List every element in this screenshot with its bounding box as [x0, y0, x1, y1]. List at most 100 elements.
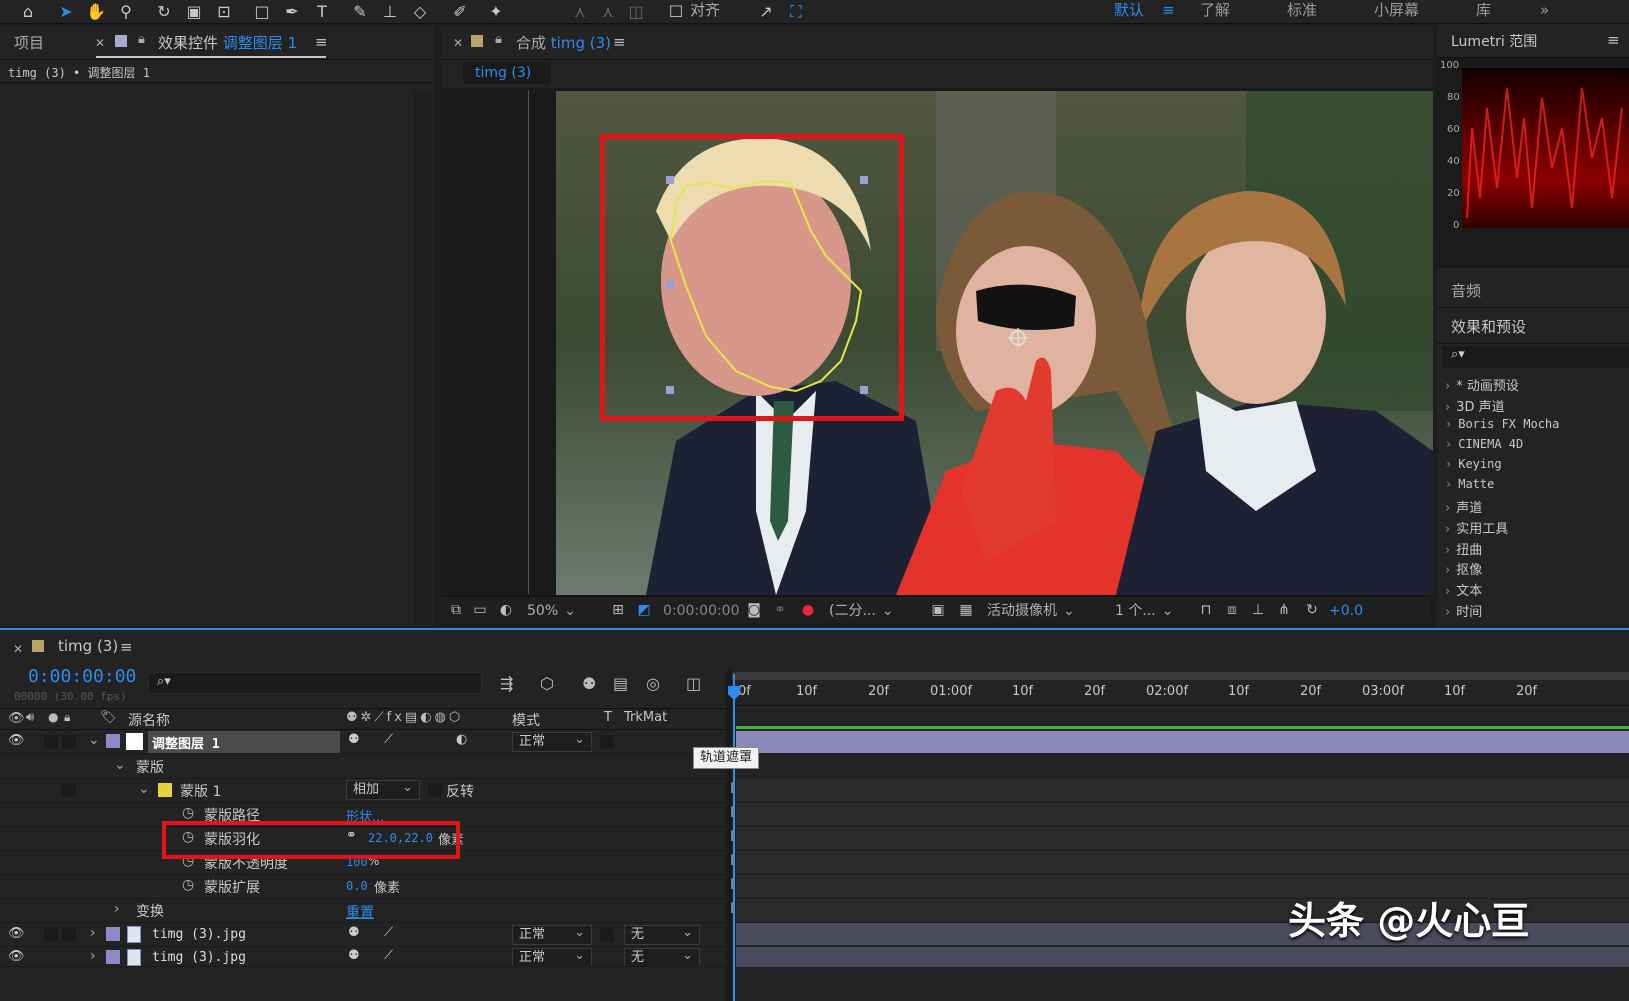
adjustment-switch-icon[interactable]: ◐ — [456, 732, 467, 747]
show-snapshot-icon[interactable]: ⚭ — [771, 601, 789, 619]
mask-mode-select[interactable]: 相加 — [346, 779, 420, 800]
current-timecode[interactable]: 0:00:00:00 — [28, 666, 136, 687]
preserve-transparency-toggle[interactable] — [600, 928, 614, 942]
shy-layers-icon[interactable]: ⚉ — [582, 674, 596, 693]
rectangle-tool-icon[interactable]: □ — [252, 2, 272, 22]
pen-tool-icon[interactable]: ✒ — [282, 2, 302, 22]
toggle-mask-icon[interactable]: ◩ — [635, 601, 653, 619]
stopwatch-icon[interactable]: ◷ — [182, 805, 194, 821]
monitor-icon[interactable]: ▭ — [471, 601, 489, 619]
expand-chevron-icon[interactable]: ⌄ — [138, 781, 150, 797]
expand-chevron-icon[interactable]: ⌄ — [114, 757, 126, 773]
trkmat-select[interactable]: 无 — [624, 947, 700, 966]
expand-chevron-icon[interactable]: › — [90, 925, 96, 941]
mode-header[interactable]: 模式 — [512, 710, 540, 730]
layer-mode-select[interactable]: 正常 — [512, 947, 592, 966]
trkmat-select[interactable]: 无 — [624, 924, 700, 945]
clone-stamp-tool-icon[interactable]: ⊥ — [380, 2, 400, 22]
lock-toggle[interactable] — [62, 928, 76, 942]
snap-grid-icon[interactable]: ⛶ — [786, 2, 806, 22]
reset-exposure-icon[interactable]: ↻ — [1303, 601, 1321, 619]
quality-switch-icon[interactable]: ⟋ — [384, 925, 393, 940]
axis-view-icon[interactable]: ◫ — [626, 2, 646, 22]
fx-item-boris-fx-mocha[interactable]: › Boris FX Mocha — [1445, 417, 1559, 431]
lock-icon[interactable]: 🔒︎ — [138, 32, 145, 47]
t-header[interactable]: T — [604, 710, 612, 725]
transparency-grid-icon[interactable]: ▦ — [957, 601, 975, 619]
fx-item-cinema-4d[interactable]: › CINEMA 4D — [1445, 437, 1523, 451]
workspace-more[interactable]: » — [1540, 0, 1549, 22]
workspace-default[interactable]: 默认 — [1114, 0, 1144, 22]
fx-item-matte[interactable]: › Matte — [1445, 477, 1494, 491]
roto-brush-tool-icon[interactable]: ✐ — [450, 2, 470, 22]
fx-item-3d-channel[interactable]: › 3D 声道 — [1445, 396, 1505, 415]
panel-menu-icon[interactable]: ≡ — [315, 33, 328, 51]
axis-world-icon[interactable]: ⋏ — [598, 2, 618, 22]
eye-icon[interactable]: 👁︎ — [8, 926, 25, 941]
layer-name[interactable]: timg (3).jpg — [152, 950, 246, 965]
quality-switch-icon[interactable]: ⟋ — [384, 948, 393, 963]
zoom-select[interactable]: 50% — [527, 601, 599, 621]
flowchart-icon[interactable]: ⋔ — [1275, 601, 1293, 619]
close-icon[interactable]: ✕ — [13, 642, 23, 656]
label-color[interactable] — [106, 927, 120, 941]
fx-item-utility[interactable]: › 实用工具 — [1445, 518, 1508, 537]
brush-tool-icon[interactable]: ✎ — [350, 2, 370, 22]
always-preview-icon[interactable]: ⧉ — [447, 601, 465, 619]
layer-duration-bar-image-3[interactable] — [736, 947, 1629, 967]
transform-row[interactable]: › 变换 重置 — [0, 899, 726, 923]
workspace-standard[interactable]: 标准 — [1287, 0, 1317, 22]
type-tool-icon[interactable]: T — [312, 2, 332, 22]
tab-project[interactable]: 项目 — [14, 32, 44, 53]
solo-toggle[interactable] — [44, 735, 58, 749]
quality-switch-icon[interactable]: ⟋ — [384, 732, 393, 747]
expand-chevron-icon[interactable]: ⌄ — [88, 732, 100, 748]
region-of-interest-icon[interactable]: ▣ — [929, 601, 947, 619]
layer-mode-select[interactable]: 正常 — [512, 924, 592, 945]
tab-effect-controls[interactable]: 效果控件 调整图层 1 — [158, 32, 297, 53]
effects-search-input[interactable]: ⌕▾ — [1443, 346, 1629, 368]
mask1-row[interactable]: ⌄ 蒙版 1 相加 反转 — [0, 779, 726, 803]
selection-tool-icon[interactable]: ➤ — [56, 2, 76, 22]
expand-chevron-icon[interactable]: › — [114, 901, 120, 917]
lock-icon[interactable]: 🔒︎ — [64, 710, 70, 725]
comp-mini-flowchart-icon[interactable]: ⇶ — [500, 674, 513, 693]
fx-item-animation-presets[interactable]: › * 动画预设 — [1445, 375, 1519, 394]
shy-switch-icon[interactable]: ⚉ — [348, 732, 360, 747]
label-icon[interactable]: 🏷︎ — [100, 710, 117, 725]
audio-panel-tab[interactable]: 音频 — [1437, 270, 1629, 308]
zoom-tool-icon[interactable]: ⚲ — [116, 2, 136, 22]
lock-icon[interactable]: 🔒︎ — [495, 32, 502, 47]
tab-lumetri-scopes[interactable]: Lumetri 范围 — [1451, 31, 1537, 51]
time-ruler[interactable]: 0f 10f 20f 01:00f 10f 20f 02:00f 10f 20f… — [732, 680, 1629, 706]
graph-editor-icon[interactable]: ◫ — [686, 674, 701, 693]
home-icon[interactable]: ⌂ — [18, 2, 38, 22]
panel-menu-icon[interactable]: ≡ — [120, 638, 133, 656]
close-icon[interactable]: ✕ — [453, 36, 463, 50]
mask-group-row[interactable]: ⌄ 蒙版 — [0, 755, 726, 779]
toggle-pixel-aspect-icon[interactable]: ⊓ — [1197, 601, 1215, 619]
audio-icon[interactable]: 🔊︎ — [26, 710, 34, 725]
panel-menu-icon[interactable]: ≡ — [1607, 31, 1620, 49]
puppet-tool-icon[interactable]: ✦ — [486, 2, 506, 22]
source-name-header[interactable]: 源名称 — [128, 710, 170, 730]
align-checkbox[interactable]: ☐ — [666, 2, 686, 22]
viewer-timecode[interactable]: 0:00:00:00 — [663, 601, 740, 621]
switches-header-icon[interactable]: ⚉✲⟋fx▤◐◍⬡ — [346, 710, 463, 725]
safe-margins-icon[interactable]: ⊞ — [609, 601, 627, 619]
mask1-name[interactable]: 蒙版 1 — [180, 781, 221, 801]
transform-reset-link[interactable]: 重置 — [346, 902, 374, 922]
mask-expansion-value[interactable]: 0.0 — [346, 879, 368, 893]
eye-icon[interactable]: 👁︎ — [8, 949, 25, 964]
layer-row-adjustment[interactable]: 👁︎ ⌄ 调整图层 1 ⚉ ⟋ ◐ 正常 — [0, 730, 726, 754]
snapshot-icon[interactable]: ◙ — [745, 601, 763, 619]
motion-blur-icon[interactable]: ◎ — [646, 674, 660, 693]
eye-icon[interactable]: 👁︎ — [8, 733, 25, 748]
layer-row-image-3[interactable]: 👁︎ › timg (3).jpg ⚉ ⟋ 正常 无 — [0, 947, 726, 967]
mask-color-swatch[interactable] — [158, 783, 172, 797]
workspace-small-screen[interactable]: 小屏幕 — [1374, 0, 1419, 22]
layer-mode-select[interactable]: 正常 — [512, 731, 592, 752]
shy-switch-icon[interactable]: ⚉ — [348, 925, 360, 940]
expand-chevron-icon[interactable]: › — [90, 948, 96, 964]
fx-item-text[interactable]: › 文本 — [1445, 580, 1482, 599]
